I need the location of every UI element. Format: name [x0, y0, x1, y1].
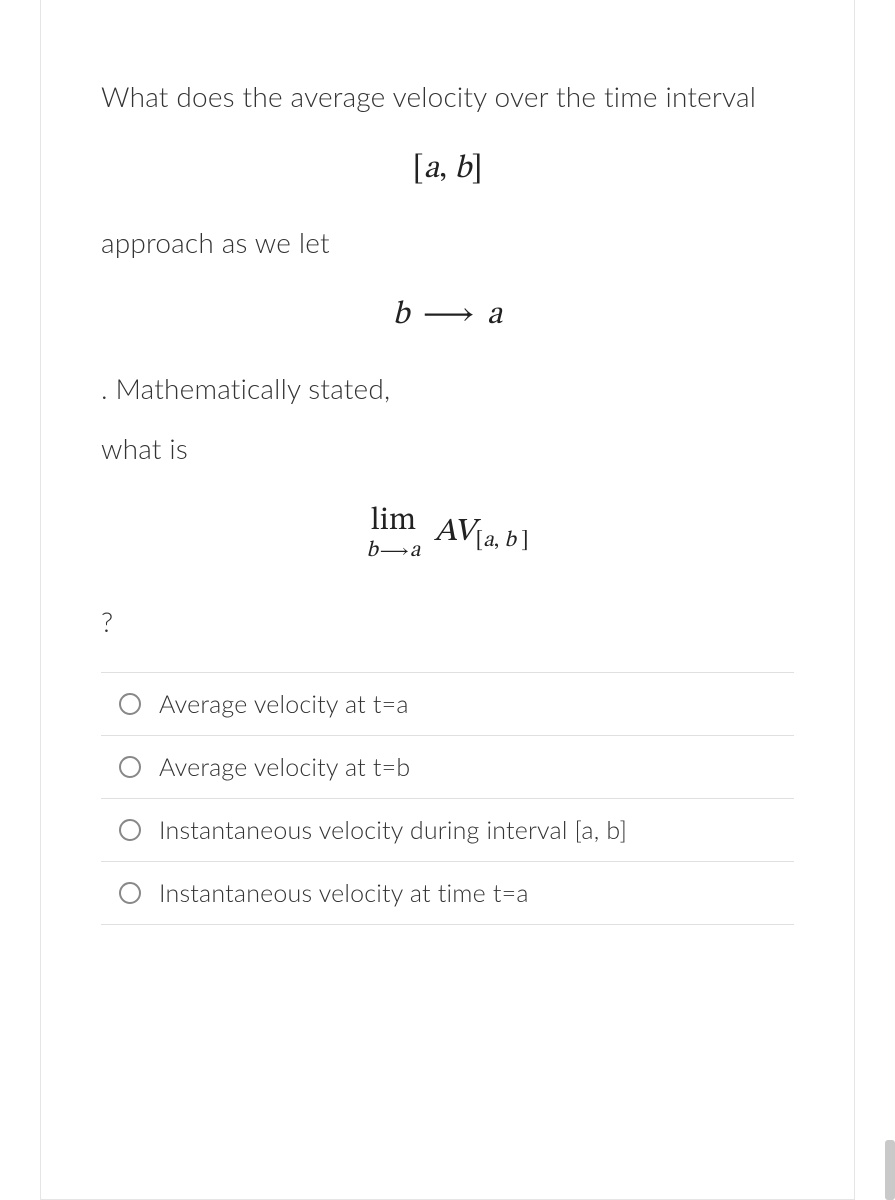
limit-block: lim b⟶a	[366, 501, 420, 565]
option-row[interactable]: Average velocity at t=b	[101, 736, 794, 799]
av-subscript: [a, b ]	[476, 530, 529, 552]
option-label: Average velocity at t=a	[159, 689, 409, 719]
question-text-line3: . Mathematically stated,	[101, 367, 794, 409]
av-term: AV[a, b ]	[434, 512, 529, 555]
math-interval-ab: [a, b]	[101, 149, 794, 189]
lim-text: lim	[366, 501, 420, 541]
radio-icon[interactable]	[119, 693, 141, 715]
option-label: Instantaneous velocity at time t=a	[159, 878, 529, 908]
question-text-qmark: ?	[101, 600, 794, 642]
option-label: Instantaneous velocity during interval […	[159, 815, 627, 845]
option-label: Average velocity at t=b	[159, 752, 410, 782]
radio-icon[interactable]	[119, 819, 141, 841]
option-row[interactable]: Instantaneous velocity at time t=a	[101, 862, 794, 925]
options-list: Average velocity at t=a Average velocity…	[101, 672, 794, 925]
question-card: What does the average velocity over the …	[40, 0, 855, 1200]
question-text-line2: approach as we let	[101, 221, 794, 263]
radio-icon[interactable]	[119, 756, 141, 778]
math-limit-expr: lim b⟶a AV[a, b ]	[101, 501, 794, 568]
math-b-to-a: b ⟶ a	[101, 295, 794, 335]
option-row[interactable]: Average velocity at t=a	[101, 673, 794, 736]
math-var-a: a	[487, 299, 502, 331]
radio-icon[interactable]	[119, 882, 141, 904]
question-text-line1: What does the average velocity over the …	[101, 75, 794, 117]
arrow-icon: ⟶	[423, 295, 474, 335]
question-text-line4: what is	[101, 427, 794, 469]
scrollbar-thumb[interactable]	[885, 1140, 895, 1200]
lim-subscript: b⟶a	[366, 537, 420, 565]
option-row[interactable]: Instantaneous velocity during interval […	[101, 799, 794, 862]
math-var-b: b	[393, 299, 410, 331]
